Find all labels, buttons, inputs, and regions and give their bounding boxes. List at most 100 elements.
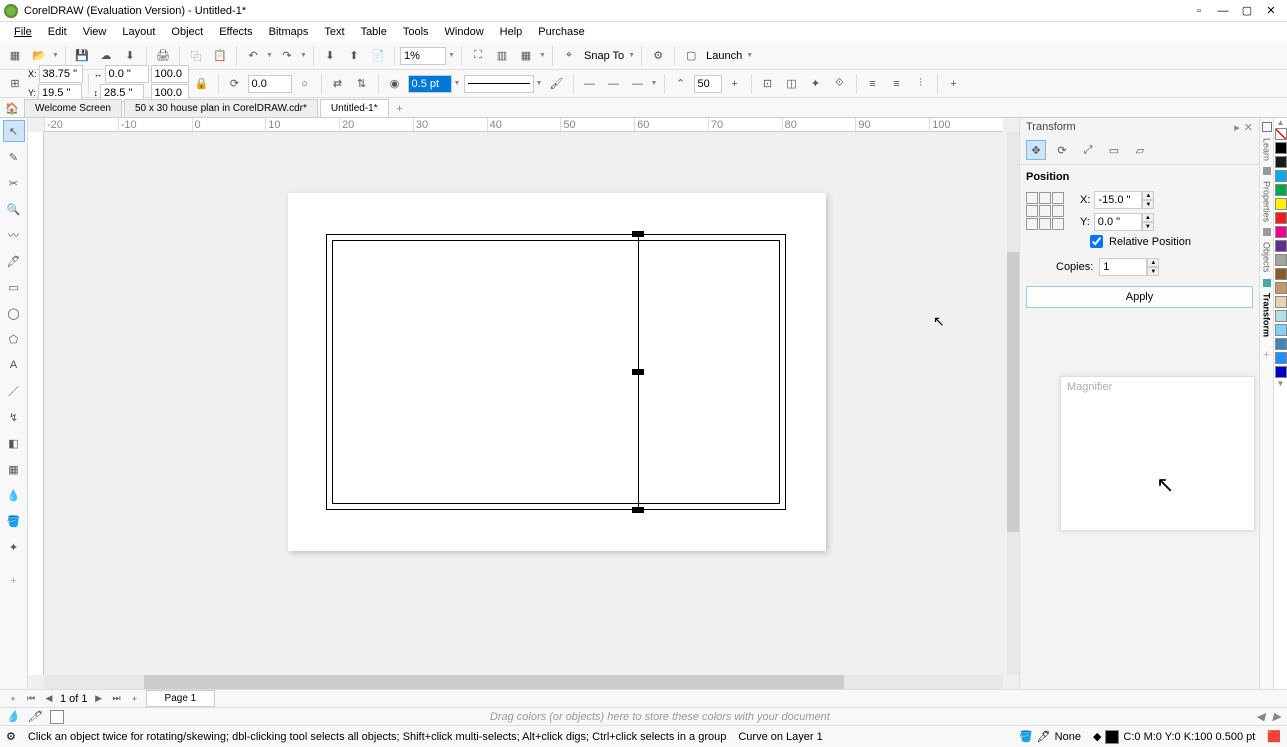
arrow-dropdown[interactable]: ▼ [651,80,659,87]
zoom-tool-icon[interactable]: 🔍 [3,198,25,220]
doc-palette-left-icon[interactable]: ◀ [1256,710,1264,723]
ellipse-tool-icon[interactable]: ◯ [3,302,25,324]
scrollbar-horizontal[interactable] [44,675,1003,689]
x-field[interactable] [39,65,83,83]
color-swatch[interactable] [1275,310,1287,322]
linestyle-dropdown[interactable]: ▼ [536,80,544,87]
zoom-field[interactable] [400,47,446,65]
wrap-increase-icon[interactable]: + [724,73,746,95]
color-swatch[interactable] [1275,366,1287,378]
doc-palette-right-icon[interactable]: ▶ [1273,710,1281,723]
palette-down-icon[interactable]: ▼ [1274,379,1287,388]
line-icon[interactable]: — [603,73,625,95]
color-swatch[interactable] [1275,156,1287,168]
undo-icon[interactable]: ↶ [242,45,264,67]
width-field[interactable] [105,65,149,83]
cloud-up-icon[interactable]: ☁ [95,45,117,67]
selection-handle-mid[interactable] [632,369,644,375]
page-first-icon[interactable]: ⏮ [24,693,38,704]
polygon-tool-icon[interactable]: ⬠ [3,328,25,350]
color-swatch[interactable] [1275,212,1287,224]
open-dropdown[interactable]: ▼ [52,52,60,59]
rulers-icon[interactable]: ▥ [491,45,513,67]
print-icon[interactable]: 🖨 [152,45,174,67]
rotation-center-icon[interactable]: ○ [294,73,316,95]
docker-close-icon[interactable]: ✕ [1244,121,1253,134]
menu-effects[interactable]: Effects [211,24,260,40]
palette-up-icon[interactable]: ▲ [1274,118,1287,127]
vtab-objects[interactable]: Objects [1261,238,1273,277]
pos-y-up[interactable]: ▲ [1142,213,1154,222]
menu-window[interactable]: Window [437,24,492,40]
pos-y-field[interactable] [1094,213,1142,231]
color-proof-icon[interactable]: 🟥 [1267,730,1281,743]
anchor-ml[interactable] [1026,205,1038,217]
tab-untitled[interactable]: Untitled-1* [320,99,389,117]
color-swatch[interactable] [1275,268,1287,280]
tab-welcome[interactable]: Welcome Screen [24,99,122,117]
copies-up[interactable]: ▲ [1147,258,1159,267]
color-swatch[interactable] [1275,184,1287,196]
docker-expand-icon[interactable] [1262,122,1272,132]
publish-icon[interactable]: 📄 [367,45,389,67]
transparency-tool-icon[interactable]: ▦ [3,458,25,480]
copy-icon[interactable]: ⿻ [185,45,207,67]
add-tab-button[interactable]: + [391,101,409,117]
snap-icon[interactable]: ⌖ [558,45,580,67]
anchor-tl[interactable] [1026,192,1038,204]
redo-dropdown[interactable]: ▼ [300,52,308,59]
line-style-field[interactable] [464,75,534,93]
docker-collapse-icon[interactable]: ▸ [1234,121,1240,134]
cloud-down-icon[interactable]: ⬇ [119,45,141,67]
wrap-decrease-icon[interactable]: ⌃ [670,73,692,95]
minimize-button[interactable]: — [1211,2,1235,20]
home-tab-icon[interactable]: 🏠 [0,99,24,117]
crop-tool-icon[interactable]: ✂ [3,172,25,194]
apply-button[interactable]: Apply [1026,286,1253,308]
color-swatch[interactable] [1275,352,1287,364]
origin-icon[interactable]: ⊞ [4,73,26,95]
add-icon[interactable]: + [943,73,965,95]
doc-palette-eyedropper-icon[interactable]: 💧 [6,710,20,723]
undo-dropdown[interactable]: ▼ [266,52,274,59]
round-field[interactable] [694,75,722,93]
doc-palette-pen-icon[interactable]: 🖊 [28,710,42,723]
effects-icon[interactable]: ✦ [805,73,827,95]
anchor-br[interactable] [1052,218,1064,230]
rotation-field[interactable] [248,75,292,93]
pos-x-up[interactable]: ▲ [1142,191,1154,200]
pos-y-down[interactable]: ▼ [1142,222,1154,231]
shape-tool-icon[interactable]: ✎ [3,146,25,168]
color-swatch[interactable] [1275,338,1287,350]
launch-label[interactable]: Launch [704,50,744,62]
vtab-add-icon[interactable]: + [1263,349,1269,361]
toolbox-add-icon[interactable]: + [3,570,25,592]
copies-field[interactable] [1099,258,1147,276]
color-none[interactable] [1275,128,1287,140]
menu-table[interactable]: Table [353,24,395,40]
menu-object[interactable]: Object [163,24,211,40]
color-swatch[interactable] [1275,226,1287,238]
grid-dropdown[interactable]: ▼ [539,52,547,59]
launch-dropdown[interactable]: ▼ [746,52,754,59]
transform-position-icon[interactable]: ✥ [1026,140,1046,160]
paste-icon[interactable]: 📋 [209,45,231,67]
freehand-tool-icon[interactable]: 〰 [3,224,25,246]
scroll-thumb-h[interactable] [144,675,844,689]
drop-shadow-icon[interactable]: ◧ [3,432,25,454]
menu-bitmaps[interactable]: Bitmaps [261,24,317,40]
color-swatch[interactable] [1275,324,1287,336]
smart-fill-icon[interactable]: ✦ [3,536,25,558]
artistic-media-icon[interactable]: 🖊 [3,250,25,272]
anchor-bc[interactable] [1039,218,1051,230]
pos-x-down[interactable]: ▼ [1142,200,1154,209]
page-add-icon[interactable]: + [6,694,20,704]
snap-dropdown[interactable]: ▼ [628,52,636,59]
anchor-tc[interactable] [1039,192,1051,204]
color-swatch[interactable] [1275,170,1287,182]
redo-icon[interactable]: ↷ [276,45,298,67]
convert-icon[interactable]: ⟐ [829,73,851,95]
launch-box-icon[interactable]: ▢ [680,45,702,67]
page-prev-icon[interactable]: ◀ [42,693,56,704]
scale-x-field[interactable] [151,65,189,83]
